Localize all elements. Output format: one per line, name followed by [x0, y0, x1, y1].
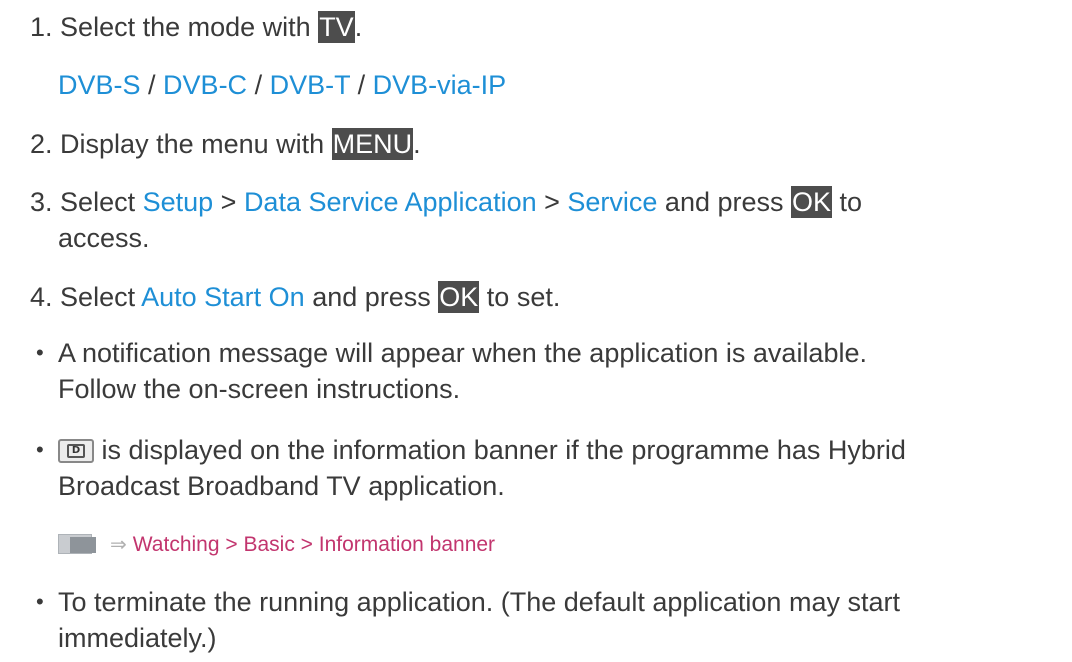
- step-3-text: Select: [60, 187, 143, 217]
- step-3-continuation: access.: [58, 223, 150, 253]
- mode-separator: /: [350, 70, 373, 100]
- step-2: 2. Display the menu with MENU.: [30, 127, 421, 161]
- step-1: 1. Select the mode with TV.: [30, 10, 362, 44]
- ref-path-basic[interactable]: Basic: [243, 533, 294, 556]
- bullet-1-line-1: A notification message will appear when …: [58, 338, 867, 368]
- path-separator: >: [213, 187, 244, 217]
- mode-dvb-c[interactable]: DVB-C: [163, 70, 247, 100]
- step-1-number: 1.: [30, 12, 53, 42]
- tv-key-label: TV: [318, 11, 355, 43]
- ref-path-separator: >: [294, 533, 319, 556]
- ref-path-watching[interactable]: Watching: [133, 533, 220, 556]
- mode-dvb-t[interactable]: DVB-T: [270, 70, 351, 100]
- data-service-d-glyph: D: [67, 444, 85, 458]
- mode-separator: /: [140, 70, 164, 100]
- step-4-text: Select: [60, 282, 142, 312]
- mode-separator: /: [247, 70, 270, 100]
- menu-option-auto-start-on[interactable]: Auto Start On: [141, 282, 305, 312]
- menu-path-service[interactable]: Service: [567, 187, 657, 217]
- step-1-period: .: [354, 12, 363, 42]
- bullet-dot: •: [36, 437, 44, 462]
- menu-key-label: MENU: [331, 128, 414, 160]
- step-3: 3. Select Setup > Data Service Applicati…: [30, 185, 862, 219]
- data-service-d-icon: D: [58, 439, 94, 463]
- step-2-period: .: [413, 129, 421, 159]
- bullet-3-line-1: To terminate the running application. (T…: [58, 587, 900, 617]
- step-3-press-text: and press: [657, 187, 791, 217]
- bullet-2-line-1: D is displayed on the information banner…: [58, 433, 906, 467]
- bullet-2-line-2: Broadcast Broadband TV application.: [58, 471, 505, 501]
- ok-key-label: OK: [791, 186, 833, 218]
- ok-key-label: OK: [438, 281, 480, 313]
- menu-path-data-service-application[interactable]: Data Service Application: [244, 187, 537, 217]
- arrow-right-icon: ⇒: [110, 534, 127, 556]
- step-3-to-text: to: [832, 187, 863, 217]
- bullet-3-line-2: immediately.): [58, 623, 217, 653]
- bullet-dot: •: [36, 340, 44, 365]
- step-3-number: 3.: [30, 187, 53, 217]
- reference-link: ⇒ Watching > Basic > Information banner: [58, 531, 495, 559]
- mode-dvb-s[interactable]: DVB-S: [58, 70, 141, 100]
- step-4-press-text: and press: [304, 282, 439, 312]
- bullet-2-text: is displayed on the information banner i…: [94, 435, 906, 465]
- ref-path-information-banner[interactable]: Information banner: [319, 533, 495, 556]
- step-4-to-set-text: to set.: [479, 282, 561, 312]
- ref-path-separator: >: [219, 533, 244, 556]
- step-1-text: Select the mode with: [60, 12, 319, 42]
- path-separator: >: [536, 187, 568, 217]
- mode-dvb-via-ip[interactable]: DVB-via-IP: [373, 70, 507, 100]
- step-2-text: Display the menu with: [60, 129, 332, 159]
- step-4: 4. Select Auto Start On and press OK to …: [30, 280, 560, 314]
- step-1-modes: DVB-S / DVB-C / DVB-T / DVB-via-IP: [58, 68, 506, 102]
- menu-path-setup[interactable]: Setup: [143, 187, 214, 217]
- ereference-icon: [58, 533, 104, 555]
- bullet-1-line-2: Follow the on-screen instructions.: [58, 374, 461, 404]
- step-4-number: 4.: [30, 282, 53, 312]
- step-2-number: 2.: [30, 129, 53, 159]
- bullet-dot: •: [36, 589, 44, 614]
